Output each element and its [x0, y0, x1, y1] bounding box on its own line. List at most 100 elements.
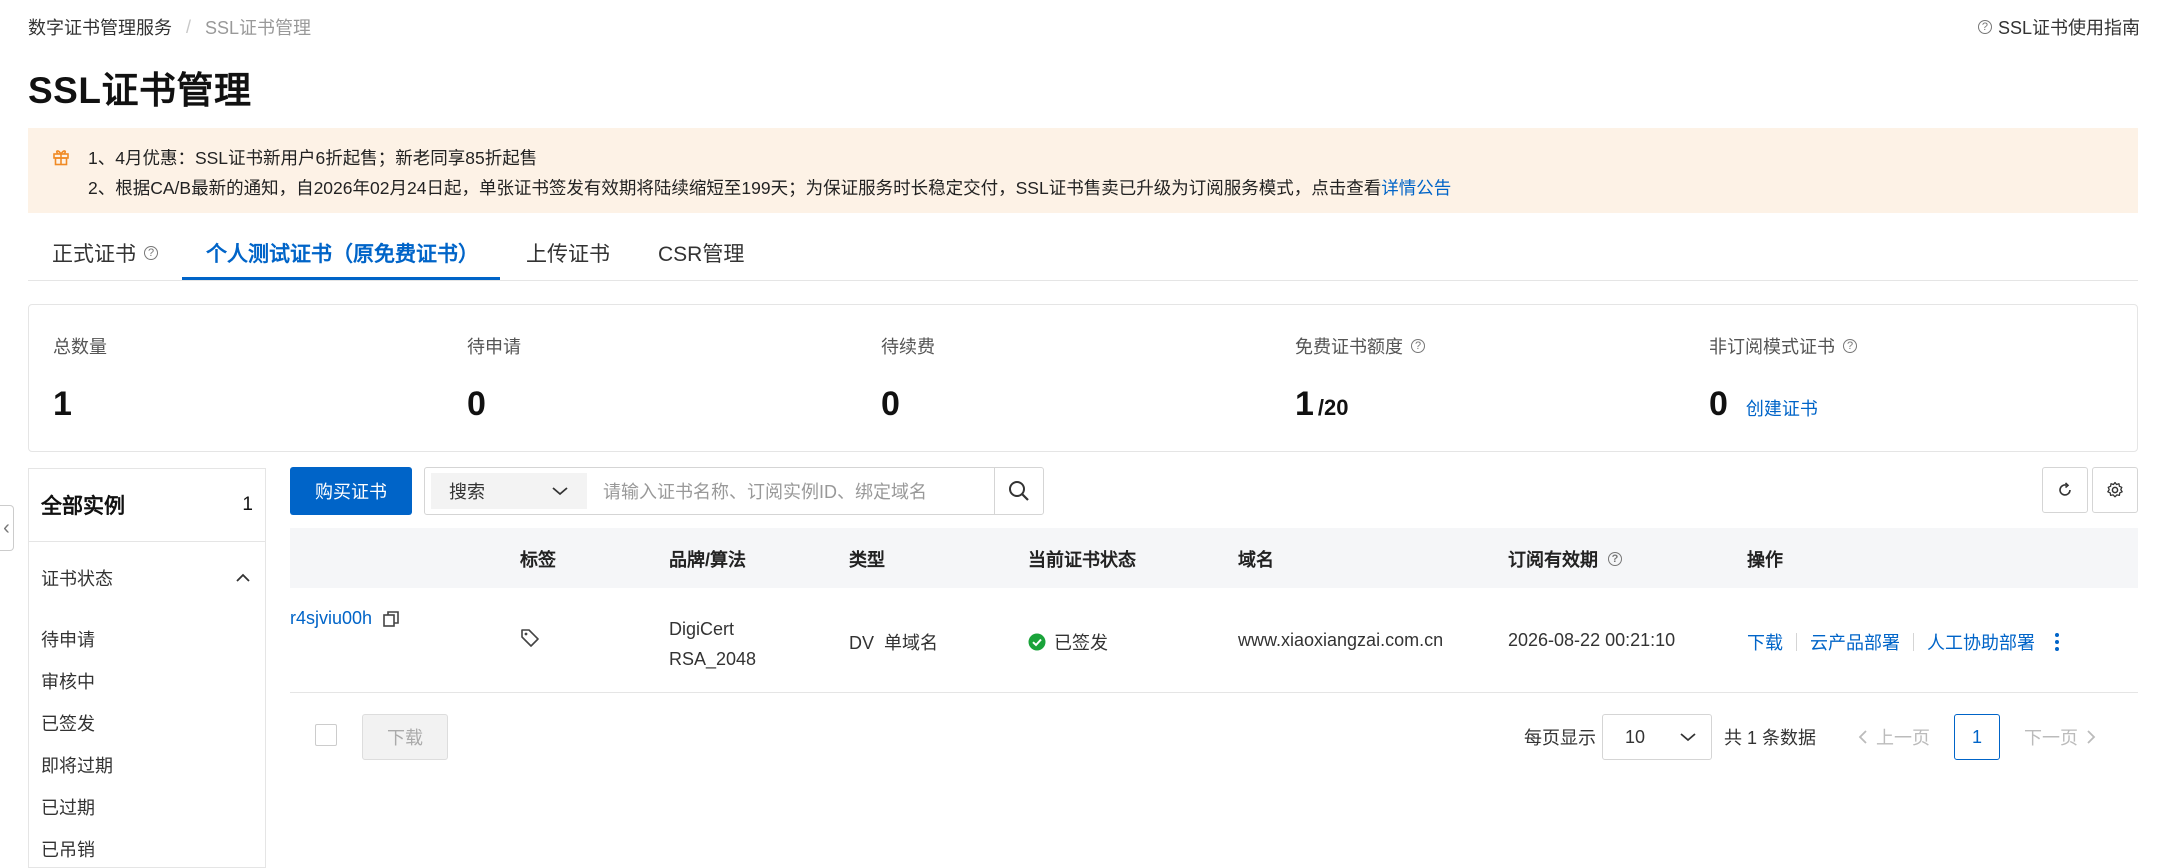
- tab-label: 个人测试证书（原免费证书）: [206, 243, 479, 266]
- stat-value: 0: [1709, 385, 1728, 423]
- cloud-deploy-link[interactable]: 云产品部署: [1810, 629, 1900, 655]
- stat-label: 总数量: [53, 337, 107, 357]
- tab-bar: 正式证书 ? 个人测试证书（原免费证书） 上传证书 CSR管理: [28, 230, 2138, 281]
- total-count: 共 1 条数据: [1724, 728, 1817, 748]
- sidebar-all-count: 1: [242, 494, 253, 515]
- notice-line-2: 2、根据CA/B最新的通知，自2026年02月24日起，单张证书签发有效期将陆续…: [88, 175, 1451, 200]
- create-cert-link[interactable]: 创建证书: [1746, 395, 1818, 421]
- filter-sidebar: 全部实例 1 证书状态 待申请 审核中 已签发 即将过期 已过期 已吊销: [28, 468, 266, 868]
- next-page-button[interactable]: 下一页: [2024, 724, 2096, 750]
- sidebar-group-cert-status[interactable]: 证书状态: [41, 565, 251, 591]
- tab-label: 正式证书: [52, 243, 136, 266]
- type-cell: DV 单域名: [849, 633, 939, 653]
- next-page-label: 下一页: [2024, 728, 2079, 748]
- sidebar-item-revoked[interactable]: 已吊销: [41, 836, 95, 862]
- stat-value: 0: [467, 385, 486, 423]
- stat-label: 非订阅模式证书: [1709, 337, 1835, 357]
- search-button[interactable]: [994, 468, 1043, 514]
- expiry-cell: 2026-08-22 00:21:10: [1508, 630, 1676, 650]
- help-circle-icon[interactable]: ?: [1843, 339, 1857, 353]
- refresh-icon: [2059, 482, 2071, 496]
- guide-link-label: SSL证书使用指南: [1997, 18, 2140, 38]
- buy-cert-button[interactable]: 购买证书: [290, 467, 412, 515]
- sidebar-item-all[interactable]: 全部实例 1: [29, 469, 265, 542]
- select-all-checkbox[interactable]: [315, 724, 337, 746]
- cert-id-link[interactable]: r4sjviu00h: [290, 608, 372, 629]
- col-header-tag: 标签: [520, 550, 556, 570]
- chevron-left-icon: [1858, 730, 1867, 744]
- guide-link[interactable]: ? SSL证书使用指南: [1977, 14, 2140, 40]
- promo-notice: 1、4月优惠：SSL证书新用户6折起售；新老同享85折起售 2、根据CA/B最新…: [28, 128, 2138, 213]
- notice-line-2-text: 2、根据CA/B最新的通知，自2026年02月24日起，单张证书签发有效期将陆续…: [88, 178, 1382, 198]
- chevron-down-icon: [1680, 733, 1696, 742]
- sidebar-group-label: 证书状态: [41, 569, 113, 589]
- sidebar-item-expiring[interactable]: 即将过期: [41, 752, 113, 778]
- tab-upload-cert[interactable]: 上传证书: [526, 238, 610, 268]
- stat-pending-renewal: 待续费 0: [881, 333, 935, 424]
- search-box: 搜索: [424, 467, 1044, 516]
- manual-deploy-link[interactable]: 人工协助部署: [1927, 629, 2035, 655]
- search-type-value: 搜索: [449, 482, 485, 502]
- col-header-type: 类型: [849, 550, 885, 570]
- help-circle-icon: ?: [1977, 20, 1992, 34]
- stats-panel: 总数量 1 待申请 0 待续费 0 免费证书额度? 1/20 非订阅模式证书? …: [28, 304, 2138, 452]
- more-icon[interactable]: [2053, 632, 2061, 652]
- page-title: SSL证书管理: [28, 70, 252, 111]
- active-tab-indicator: [182, 277, 500, 280]
- col-header-expiry-label: 订阅有效期: [1508, 550, 1598, 570]
- brand-algo: RSA_2048: [669, 649, 757, 669]
- settings-button[interactable]: [2092, 467, 2138, 513]
- sidebar-item-expired[interactable]: 已过期: [41, 794, 95, 820]
- stat-value: 1: [53, 385, 72, 423]
- per-page-value: 10: [1625, 726, 1646, 747]
- tag-icon[interactable]: [520, 628, 540, 648]
- actions-cell: 下载 云产品部署 人工协助部署: [1747, 629, 2061, 655]
- sidebar-item-issued[interactable]: 已签发: [41, 710, 95, 736]
- copy-icon[interactable]: [382, 610, 400, 628]
- col-header-actions: 操作: [1747, 550, 1783, 570]
- status-text: 已签发: [1054, 633, 1108, 653]
- status-cell: 已签发: [1028, 629, 1108, 655]
- download-link[interactable]: 下载: [1747, 629, 1783, 655]
- sidebar-collapse-button[interactable]: ‹: [0, 505, 14, 551]
- cert-id-cell: r4sjviu00h: [290, 608, 400, 629]
- action-divider: [1796, 633, 1797, 651]
- tab-label: CSR管理: [658, 243, 745, 266]
- help-circle-icon[interactable]: ?: [1608, 552, 1622, 566]
- col-header-expiry: 订阅有效期 ?: [1508, 546, 1622, 572]
- page-number-button[interactable]: 1: [1954, 714, 2001, 760]
- brand-cell: DigiCert RSA_2048: [669, 614, 756, 674]
- gift-icon: [53, 150, 69, 166]
- tab-csr-management[interactable]: CSR管理: [658, 238, 744, 268]
- per-page-select[interactable]: 10: [1602, 714, 1712, 760]
- brand-name: DigiCert: [669, 619, 735, 639]
- stat-free-quota: 免费证书额度? 1/20: [1295, 333, 1425, 424]
- tab-formal-cert[interactable]: 正式证书 ?: [52, 238, 158, 268]
- gear-icon: [2107, 481, 2123, 498]
- refresh-button[interactable]: [2042, 467, 2088, 513]
- col-header-domain: 域名: [1238, 550, 1274, 570]
- batch-download-button[interactable]: 下载: [362, 714, 448, 760]
- help-circle-icon[interactable]: ?: [1411, 339, 1425, 353]
- sidebar-item-pending-apply[interactable]: 待申请: [41, 626, 95, 652]
- sidebar-all-label: 全部实例: [41, 495, 125, 518]
- chevron-right-icon: [2087, 730, 2096, 744]
- help-circle-icon[interactable]: ?: [144, 246, 158, 260]
- prev-page-button[interactable]: 上一页: [1858, 724, 1930, 750]
- tag-cell: [520, 628, 540, 653]
- tab-personal-test-cert[interactable]: 个人测试证书（原免费证书）: [206, 238, 479, 268]
- breadcrumb-root[interactable]: 数字证书管理服务: [28, 14, 172, 40]
- chevron-up-icon: [236, 573, 250, 582]
- search-input[interactable]: [601, 468, 995, 516]
- table-row: r4sjviu00h DigiCert RSA_2048 DV 单域名 已签发 …: [290, 588, 2138, 693]
- per-page-label: 每页显示: [1524, 728, 1596, 748]
- sidebar-item-reviewing[interactable]: 审核中: [41, 668, 95, 694]
- prev-page-label: 上一页: [1876, 728, 1931, 748]
- stat-pending-apply: 待申请 0: [467, 333, 521, 424]
- breadcrumb-separator: /: [186, 16, 192, 37]
- stat-value-suffix: /20: [1317, 395, 1349, 420]
- search-type-select[interactable]: 搜索: [431, 473, 587, 509]
- stat-value: 1: [1295, 385, 1314, 423]
- notice-details-link[interactable]: 详情公告: [1381, 178, 1451, 198]
- col-header-status: 当前证书状态: [1028, 550, 1136, 570]
